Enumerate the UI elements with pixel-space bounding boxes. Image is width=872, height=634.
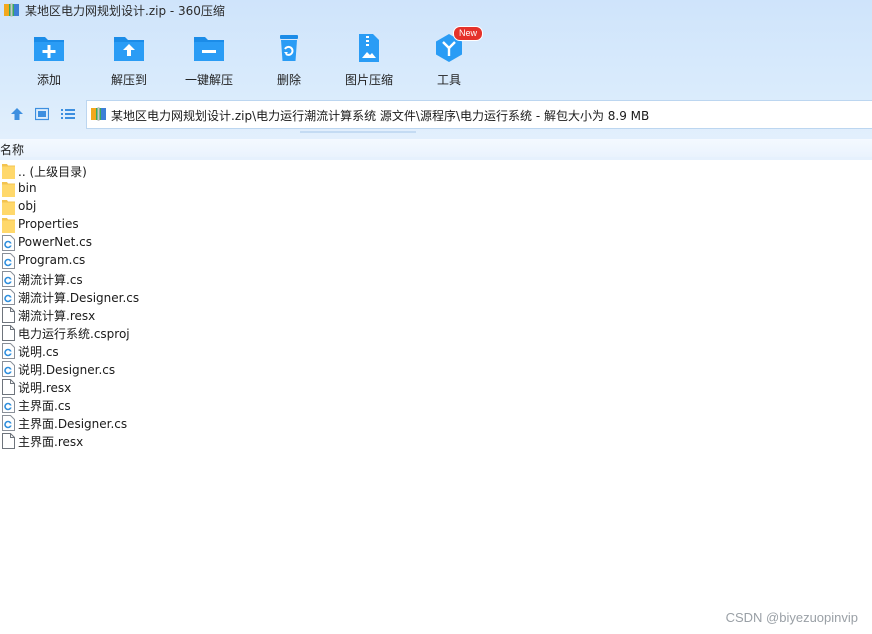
folder-icon <box>2 218 15 233</box>
file-name: 主界面.resx <box>18 435 84 449</box>
file-name: 电力运行系统.csproj <box>18 327 130 341</box>
tools-button-label: 工具 <box>436 73 461 87</box>
csharp-file-icon <box>2 289 15 305</box>
file-name: 说明.resx <box>18 381 72 395</box>
list-item[interactable]: 主界面.resx <box>0 432 872 450</box>
list-item[interactable]: 主界面.Designer.cs <box>0 414 872 432</box>
image-compress-icon <box>359 34 379 62</box>
file-name: 说明.Designer.cs <box>18 363 116 377</box>
csharp-file-icon <box>2 343 15 359</box>
list-item[interactable]: bin <box>0 180 872 198</box>
list-item[interactable]: Program.cs <box>0 252 872 270</box>
add-icon <box>34 37 64 61</box>
one-click-extract-icon <box>194 37 224 61</box>
list-item[interactable]: 潮流计算.cs <box>0 270 872 288</box>
list-item[interactable]: PowerNet.cs <box>0 234 872 252</box>
address-bar[interactable]: 某地区电力网规划设计.zip\电力运行潮流计算系统 源文件\源程序\电力运行系统… <box>86 100 872 129</box>
csharp-file-icon <box>2 271 15 287</box>
one-click-extract-button-label: 一键解压 <box>184 73 233 87</box>
file-name: 主界面.Designer.cs <box>18 417 128 431</box>
image-compress-button-label: 图片压缩 <box>344 73 393 87</box>
delete-icon <box>280 35 298 61</box>
image-compress-button[interactable]: 图片压缩 <box>329 26 409 90</box>
list-item[interactable]: 主界面.cs <box>0 396 872 414</box>
extract-to-button[interactable]: 解压到 <box>89 26 169 90</box>
list-item[interactable]: 潮流计算.resx <box>0 306 872 324</box>
folder-icon <box>2 164 15 179</box>
column-header-row: 名称 <box>0 139 872 157</box>
file-name: Properties <box>18 217 79 231</box>
file-name: 潮流计算.cs <box>18 273 83 287</box>
list-item[interactable]: .. (上级目录) <box>0 162 872 180</box>
file-icon <box>2 307 15 323</box>
file-name: .. (上级目录) <box>18 165 87 179</box>
file-name: 潮流计算.resx <box>18 309 96 323</box>
file-list: .. (上级目录) bin obj Properties PowerNet.cs Prog… <box>0 162 872 450</box>
file-name: obj <box>18 199 37 213</box>
divider <box>300 131 416 133</box>
file-name: PowerNet.cs <box>18 235 93 249</box>
list-item[interactable]: 潮流计算.Designer.cs <box>0 288 872 306</box>
csharp-file-icon <box>2 253 15 269</box>
folder-icon <box>2 182 15 197</box>
file-icon <box>2 325 15 341</box>
one-click-extract-button[interactable]: 一键解压 <box>169 26 249 90</box>
list-item[interactable]: Properties <box>0 216 872 234</box>
file-name: 说明.cs <box>18 345 59 359</box>
tools-button[interactable]: New 工具 <box>409 26 489 90</box>
file-icon <box>2 433 15 449</box>
extract-to-button-label: 解压到 <box>110 73 147 87</box>
extract-to-icon <box>114 37 144 61</box>
thumbnail-view-icon[interactable] <box>35 107 49 121</box>
column-header-name[interactable]: 名称 <box>0 141 24 158</box>
window-chrome: 某地区电力网规划设计.zip - 360压缩 添加 解压到 一键解压 删除 图片… <box>0 0 872 160</box>
list-item[interactable]: 说明.Designer.cs <box>0 360 872 378</box>
list-item[interactable]: 电力运行系统.csproj <box>0 324 872 342</box>
csharp-file-icon <box>2 361 15 377</box>
title-bar: 某地区电力网规划设计.zip - 360压缩 <box>0 0 872 20</box>
csharp-file-icon <box>2 235 15 251</box>
file-icon <box>2 379 15 395</box>
list-item[interactable]: 说明.resx <box>0 378 872 396</box>
up-arrow-icon[interactable] <box>10 107 24 121</box>
csharp-file-icon <box>2 415 15 431</box>
add-button[interactable]: 添加 <box>9 26 89 90</box>
zip-archive-icon <box>4 3 19 17</box>
navigation-row: 某地区电力网规划设计.zip\电力运行潮流计算系统 源文件\源程序\电力运行系统… <box>0 99 872 130</box>
zip-archive-icon <box>91 107 106 121</box>
file-name: bin <box>18 181 37 195</box>
add-button-label: 添加 <box>36 73 61 87</box>
watermark: CSDN @biyezuopinvip <box>725 610 858 625</box>
file-name: 主界面.cs <box>18 399 71 413</box>
file-name: Program.cs <box>18 253 86 267</box>
delete-button[interactable]: 删除 <box>249 26 329 90</box>
window-title: 某地区电力网规划设计.zip - 360压缩 <box>25 4 225 18</box>
file-name: 潮流计算.Designer.cs <box>18 291 140 305</box>
csharp-file-icon <box>2 397 15 413</box>
folder-icon <box>2 200 15 215</box>
list-view-icon[interactable] <box>61 107 75 121</box>
list-item[interactable]: 说明.cs <box>0 342 872 360</box>
address-path: 某地区电力网规划设计.zip\电力运行潮流计算系统 源文件\源程序\电力运行系统… <box>111 109 650 123</box>
delete-button-label: 删除 <box>276 73 301 87</box>
list-item[interactable]: obj <box>0 198 872 216</box>
new-badge: New <box>453 26 484 41</box>
toolbar: 添加 解压到 一键解压 删除 图片压缩 New 工具 <box>0 26 872 92</box>
